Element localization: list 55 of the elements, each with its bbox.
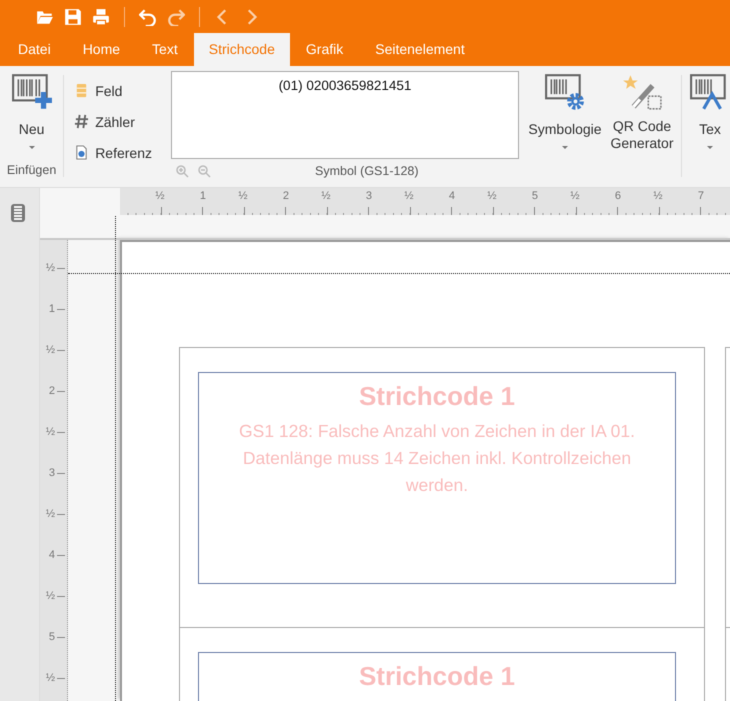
error-message: Datenlänge muss 14 Zeichen inkl. Kontrollzeichen bbox=[242, 447, 632, 470]
barcode-title: Strichcode 1 bbox=[358, 381, 516, 412]
undo-icon[interactable] bbox=[139, 8, 157, 26]
caret-icon bbox=[562, 146, 568, 149]
qr-code-generator-button[interactable]: QR Code Generator bbox=[607, 71, 677, 163]
ruler-label: 2 bbox=[48, 385, 55, 398]
ruler-label: ½ bbox=[46, 672, 55, 685]
ruler-label: 1 bbox=[48, 303, 55, 316]
ruler-label: 4 bbox=[48, 549, 55, 562]
ribbon-item[interactable]: Zähler bbox=[74, 110, 169, 133]
caret-icon bbox=[707, 146, 713, 149]
info-document-icon bbox=[74, 145, 90, 160]
zoom-out-icon[interactable] bbox=[197, 164, 211, 178]
ruler-label: ½ bbox=[321, 190, 330, 203]
print-icon[interactable] bbox=[92, 8, 110, 26]
save-icon[interactable] bbox=[64, 8, 82, 26]
layers-icon[interactable] bbox=[10, 202, 26, 224]
barcode-title: Strichcode 1 bbox=[358, 661, 516, 692]
ruler-label: ½ bbox=[653, 190, 662, 203]
ruler-label: 5 bbox=[48, 631, 55, 644]
hash-icon bbox=[74, 114, 90, 129]
barcode-gear-icon bbox=[544, 73, 586, 111]
ruler-label: 7 bbox=[698, 190, 704, 203]
zoom-in-icon[interactable] bbox=[175, 164, 189, 178]
symbology-button[interactable]: Symbologie bbox=[523, 71, 607, 163]
ruler-label: ½ bbox=[46, 590, 55, 603]
error-message: werden. bbox=[404, 474, 470, 497]
ribbon-item[interactable]: Referenz bbox=[74, 141, 169, 164]
ruler-label: ½ bbox=[404, 190, 414, 203]
ruler-label: ½ bbox=[46, 508, 55, 521]
ruler-label: ½ bbox=[46, 426, 55, 439]
caret-icon bbox=[28, 146, 35, 149]
ruler-label: 2 bbox=[282, 190, 289, 203]
ruler-label: 6 bbox=[614, 190, 621, 203]
ruler-label: ½ bbox=[238, 190, 248, 203]
ruler-label: ½ bbox=[155, 190, 164, 203]
ruler-label: 3 bbox=[48, 467, 55, 480]
ruler-label: ½ bbox=[46, 262, 55, 275]
group-label: Symbol (GS1-128) bbox=[315, 164, 419, 178]
ribbon-item[interactable]: Feld bbox=[74, 79, 169, 102]
group-label: Einfügen bbox=[6, 163, 56, 177]
ruler-label: 1 bbox=[200, 190, 206, 203]
ruler-label: ½ bbox=[570, 190, 580, 203]
ruler-label: ½ bbox=[46, 344, 55, 357]
error-message: GS1 128: Falsche Anzahl von Zeichen in der IA 01. bbox=[238, 420, 636, 443]
new-barcode-button[interactable]: Neu bbox=[8, 71, 55, 163]
text-button[interactable]: Tex bbox=[690, 71, 730, 163]
ruler-label: ½ bbox=[487, 190, 496, 203]
symbol-value-field[interactable]: (01) 02003659821451 bbox=[171, 71, 519, 159]
ruler-label: 4 bbox=[448, 190, 455, 203]
ruler-label: 5 bbox=[532, 190, 538, 203]
barcode-plus-icon bbox=[10, 73, 53, 111]
magic-wand-qr-icon bbox=[621, 73, 663, 111]
redo-icon[interactable] bbox=[167, 8, 185, 26]
ruler-label: 3 bbox=[366, 190, 372, 203]
